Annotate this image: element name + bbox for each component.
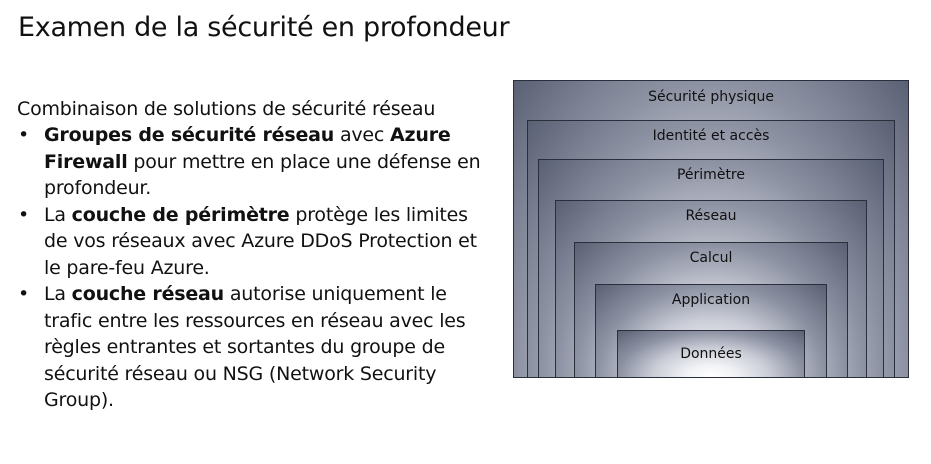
layer-label: Application bbox=[671, 292, 751, 308]
bullet-item: • La couche de périmètre protège les lim… bbox=[17, 202, 487, 282]
subheading: Combinaison de solutions de sécurité rés… bbox=[17, 98, 436, 120]
bullet-1-part-2: avec bbox=[334, 124, 391, 146]
layer-label: Périmètre bbox=[676, 167, 745, 183]
bullet-1-text: Groupes de sécurité réseau avec Azure Fi… bbox=[44, 124, 481, 199]
bullet-dot-icon: • bbox=[18, 203, 30, 226]
defense-in-depth-diagram: Sécurité physique Identité et accès Péri… bbox=[513, 80, 909, 378]
bullet-2-part-2: couche de périmètre bbox=[71, 203, 290, 226]
bullet-list: • Groupes de sécurité réseau avec Azure … bbox=[17, 122, 487, 414]
bullet-2-part-1: La bbox=[44, 203, 72, 226]
bullet-item: • Groupes de sécurité réseau avec Azure … bbox=[17, 122, 487, 202]
layer-data: Données bbox=[617, 330, 805, 378]
layer-label: Données bbox=[680, 346, 742, 362]
bullet-1-part-1: Groupes de sécurité réseau bbox=[44, 124, 335, 146]
bullet-dot-icon: • bbox=[18, 124, 30, 146]
layer-label: Sécurité physique bbox=[648, 89, 774, 105]
layer-label: Identité et accès bbox=[652, 128, 770, 144]
bullet-3-part-1: La bbox=[44, 283, 72, 305]
slide-title: Examen de la sécurité en profondeur bbox=[18, 12, 510, 43]
bullet-3-part-2: couche réseau bbox=[71, 283, 225, 305]
content-panel: Combinaison de solutions de sécurité rés… bbox=[17, 96, 487, 414]
bullet-2-text: La couche de périmètre protège les limit… bbox=[44, 204, 477, 279]
bullet-item: • La couche réseau autorise uniquement l… bbox=[17, 281, 487, 414]
bullet-3-text: La couche réseau autorise uniquement le … bbox=[44, 283, 466, 411]
layer-label: Réseau bbox=[685, 208, 737, 224]
bullet-dot-icon: • bbox=[18, 283, 30, 305]
layer-label: Calcul bbox=[689, 250, 733, 266]
